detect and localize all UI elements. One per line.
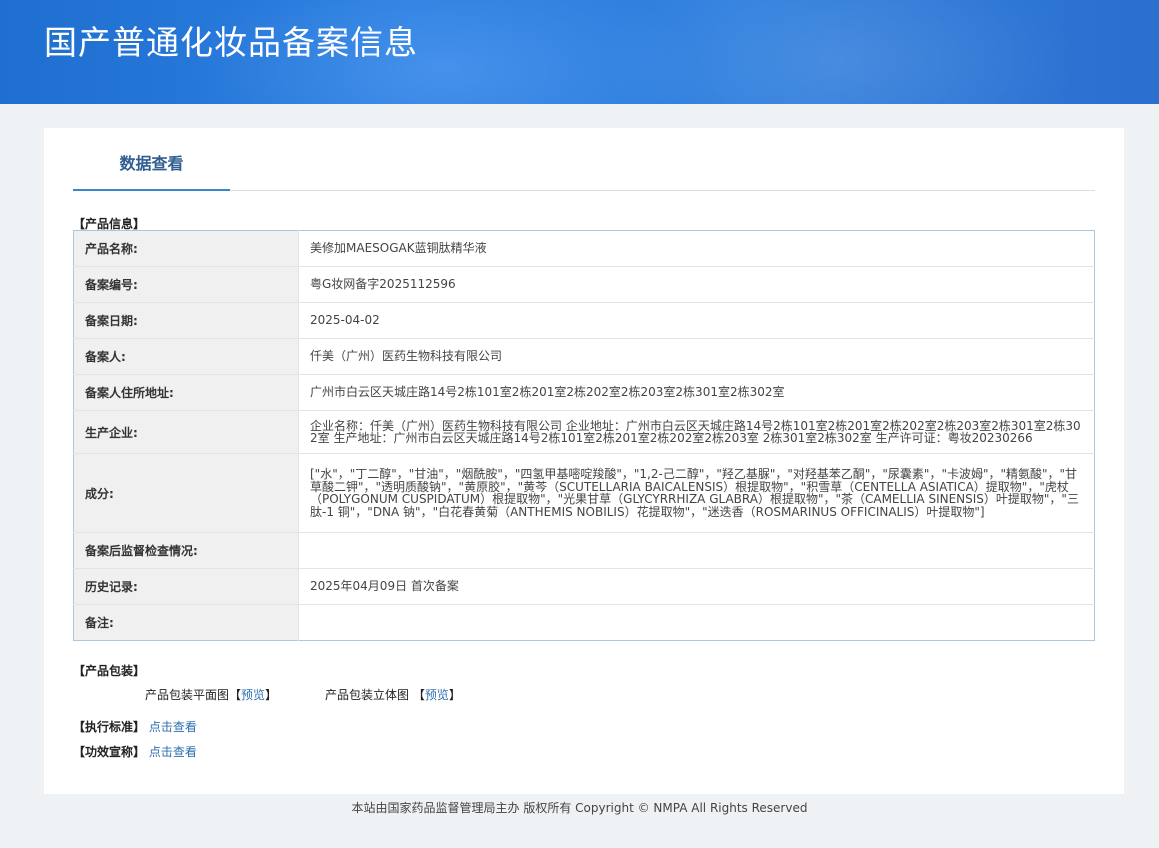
- table-row: 备案后监督检查情况:: [73, 532, 1095, 569]
- row-value-history: 2025年04月09日 首次备案: [298, 568, 1095, 605]
- table-row: 成分: ["水"，"丁二醇"，"甘油"，"烟酰胺"，"四氢甲基嘧啶羧酸"，"1,…: [73, 453, 1095, 533]
- row-value-filer-address: 广州市白云区天城庄路14号2栋101室2栋201室2栋202室2栋203室2栋3…: [298, 374, 1095, 411]
- row-value-manufacturer: 企业名称：仟美（广州）医药生物科技有限公司 企业地址：广州市白云区天城庄路14号…: [298, 410, 1095, 454]
- tab-bar: 数据查看: [73, 128, 1095, 191]
- table-row: 历史记录: 2025年04月09日 首次备案: [73, 568, 1095, 605]
- row-value-filing-date: 2025-04-02: [298, 302, 1095, 339]
- table-row: 产品名称: 美修加MAESOGAK蓝铜肽精华液: [73, 230, 1095, 267]
- row-key-filer: 备案人:: [73, 338, 299, 375]
- packaging-stereo-preview-link[interactable]: 预览: [425, 688, 449, 702]
- row-key-history: 历史记录:: [73, 568, 299, 605]
- product-info-table: 产品名称: 美修加MAESOGAK蓝铜肽精华液 备案编号: 粤G妆网备字2025…: [73, 230, 1095, 641]
- row-value-remarks: [299, 605, 1095, 641]
- row-value-supervision: [298, 532, 1095, 569]
- row-key-ingredients: 成分:: [73, 453, 299, 533]
- efficacy-view-link[interactable]: 点击查看: [149, 745, 197, 759]
- row-key-product-name: 产品名称:: [73, 230, 299, 267]
- row-value-filer: 仟美（广州）医药生物科技有限公司: [298, 338, 1095, 375]
- table-row: 备案编号: 粤G妆网备字2025112596: [73, 266, 1095, 303]
- packaging-stereo-line: 产品包装立体图 【预览】: [325, 688, 461, 702]
- efficacy-label: 【功效宣称】: [73, 745, 146, 759]
- row-key-filer-address: 备案人住所地址:: [73, 374, 299, 411]
- packaging-stereo-label: 产品包装立体图: [325, 688, 410, 702]
- row-key-supervision: 备案后监督检查情况:: [73, 532, 299, 569]
- row-value-ingredients: ["水"，"丁二醇"，"甘油"，"烟酰胺"，"四氢甲基嘧啶羧酸"，"1,2-己二…: [298, 453, 1095, 533]
- page-title: 国产普通化妆品备案信息: [44, 23, 418, 62]
- table-row: 生产企业: 企业名称：仟美（广州）医药生物科技有限公司 企业地址：广州市白云区天…: [73, 410, 1095, 454]
- row-key-manufacturer: 生产企业:: [73, 410, 299, 454]
- packaging-flat-preview-link[interactable]: 预览: [241, 688, 265, 702]
- table-row: 备案人: 仟美（广州）医药生物科技有限公司: [73, 338, 1095, 375]
- packaging-flat-line: 产品包装平面图【预览】: [145, 688, 278, 702]
- content-panel: 数据查看 【产品信息】 产品名称: 美修加MAESOGAK蓝铜肽精华液 备案编号…: [44, 128, 1124, 794]
- packaging-section-label: 【产品包装】: [73, 664, 146, 678]
- tab-data-view[interactable]: 数据查看: [73, 128, 230, 191]
- efficacy-line: 【功效宣称】 点击查看: [73, 743, 197, 760]
- table-row: 备案人住所地址: 广州市白云区天城庄路14号2栋101室2栋201室2栋202室…: [73, 374, 1095, 411]
- row-key-filing-number: 备案编号:: [73, 266, 299, 303]
- row-value-product-name: 美修加MAESOGAK蓝铜肽精华液: [298, 230, 1095, 267]
- row-key-remarks: 备注:: [73, 604, 299, 641]
- row-value-filing-number: 粤G妆网备字2025112596: [298, 266, 1095, 303]
- standard-label: 【执行标准】: [73, 720, 146, 734]
- standard-view-link[interactable]: 点击查看: [149, 720, 197, 734]
- table-row: 备注:: [73, 604, 1095, 641]
- packaging-flat-label: 产品包装平面图: [145, 688, 230, 702]
- row-key-filing-date: 备案日期:: [73, 302, 299, 339]
- footer-copyright: 本站由国家药品监督管理局主办 版权所有 Copyright © NMPA All…: [351, 801, 808, 815]
- table-row: 备案日期: 2025-04-02: [73, 302, 1095, 339]
- header-banner: 国产普通化妆品备案信息: [0, 0, 1159, 104]
- standard-line: 【执行标准】 点击查看: [73, 718, 197, 735]
